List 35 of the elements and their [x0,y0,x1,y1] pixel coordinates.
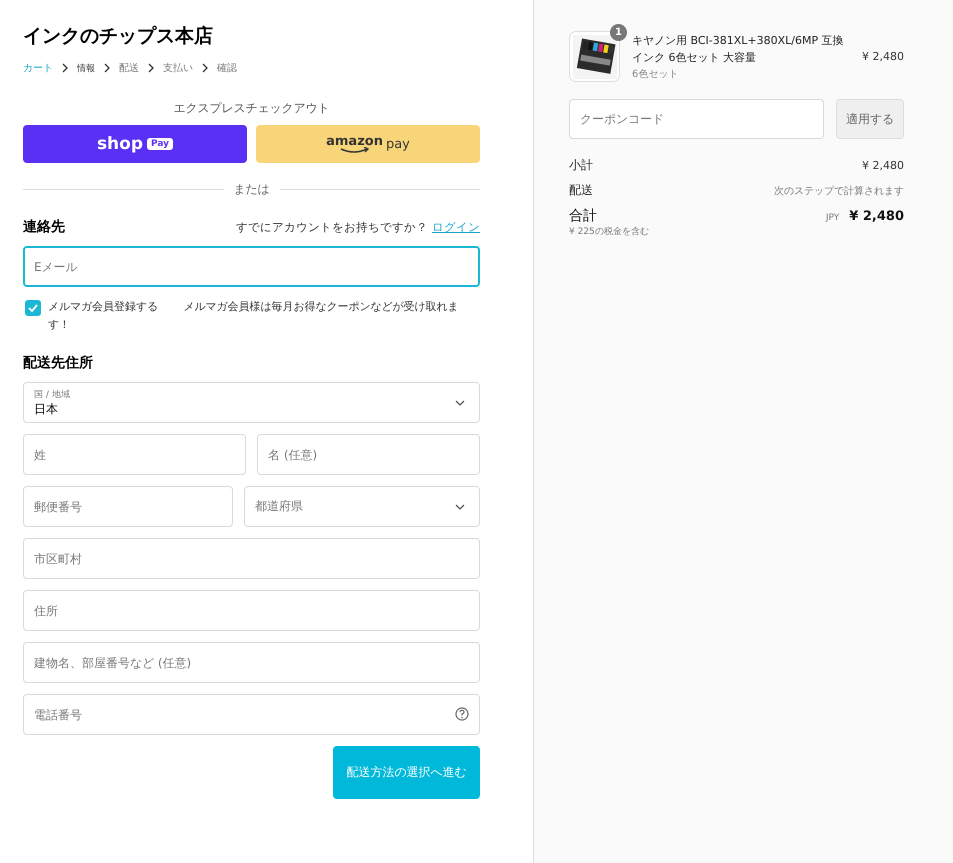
amazon-pay-button[interactable]: amazon pay [256,125,480,163]
phone-field[interactable]: 電話番号 [23,694,480,735]
total-price: ¥ 2,480 [849,209,904,224]
summary-value: 次のステップで計算されます [774,184,904,198]
input-field[interactable]: 住所 [23,590,480,631]
divider-text: または [234,181,270,198]
summary-value: ¥ 2,480 [862,159,904,172]
apply-button[interactable]: 適用する [836,99,904,139]
input-field[interactable]: 建物名、部屋番号など (任意) [23,642,480,683]
product-variant: 6色セット [632,68,680,81]
summary-label: 配送 [569,182,593,199]
tax-note: ¥ 225の税金を含む [569,226,649,238]
login-prompt: すでにアカウントをお持ちですか？ [236,220,428,234]
input-field[interactable]: 名 (任意) [257,434,480,475]
summary-label: 小計 [569,157,593,174]
select-field[interactable]: 都道府県 [244,486,480,527]
select-field[interactable]: 国 / 地域 日本 [23,382,480,423]
product-price: ¥ 2,480 [862,50,904,63]
login-link[interactable]: ログイン [432,220,480,234]
currency-code: JPY [826,213,840,223]
breadcrumb-link[interactable]: カート [23,61,53,75]
section-heading: 連絡先 [23,218,65,236]
product-name: キヤノン用 BCI-381XL+380XL/6MP 互換インク 6色セット 大容量 [632,33,845,66]
section-heading: 配送先住所 [23,354,94,372]
total-label: 合計 [569,207,598,225]
input-field[interactable]: 市区町村 [23,538,480,579]
shop-pay-button[interactable]: shop Pay [23,125,247,163]
shop-title: インクのチップス本店 [23,24,214,49]
input-field[interactable]: 姓 [23,434,246,475]
section-title: エクスプレスチェックアウト [172,100,330,117]
email-field[interactable]: Eメール [23,246,480,287]
coupon-field[interactable]: クーポンコード [569,99,824,139]
quantity-badge: 1 [610,24,627,41]
checkbox-label: メルマガ会員登録する メルマガ会員様は毎月お得なクーポンなどが受け取れます！ [48,299,460,333]
input-field[interactable]: 郵便番号 [23,486,233,527]
